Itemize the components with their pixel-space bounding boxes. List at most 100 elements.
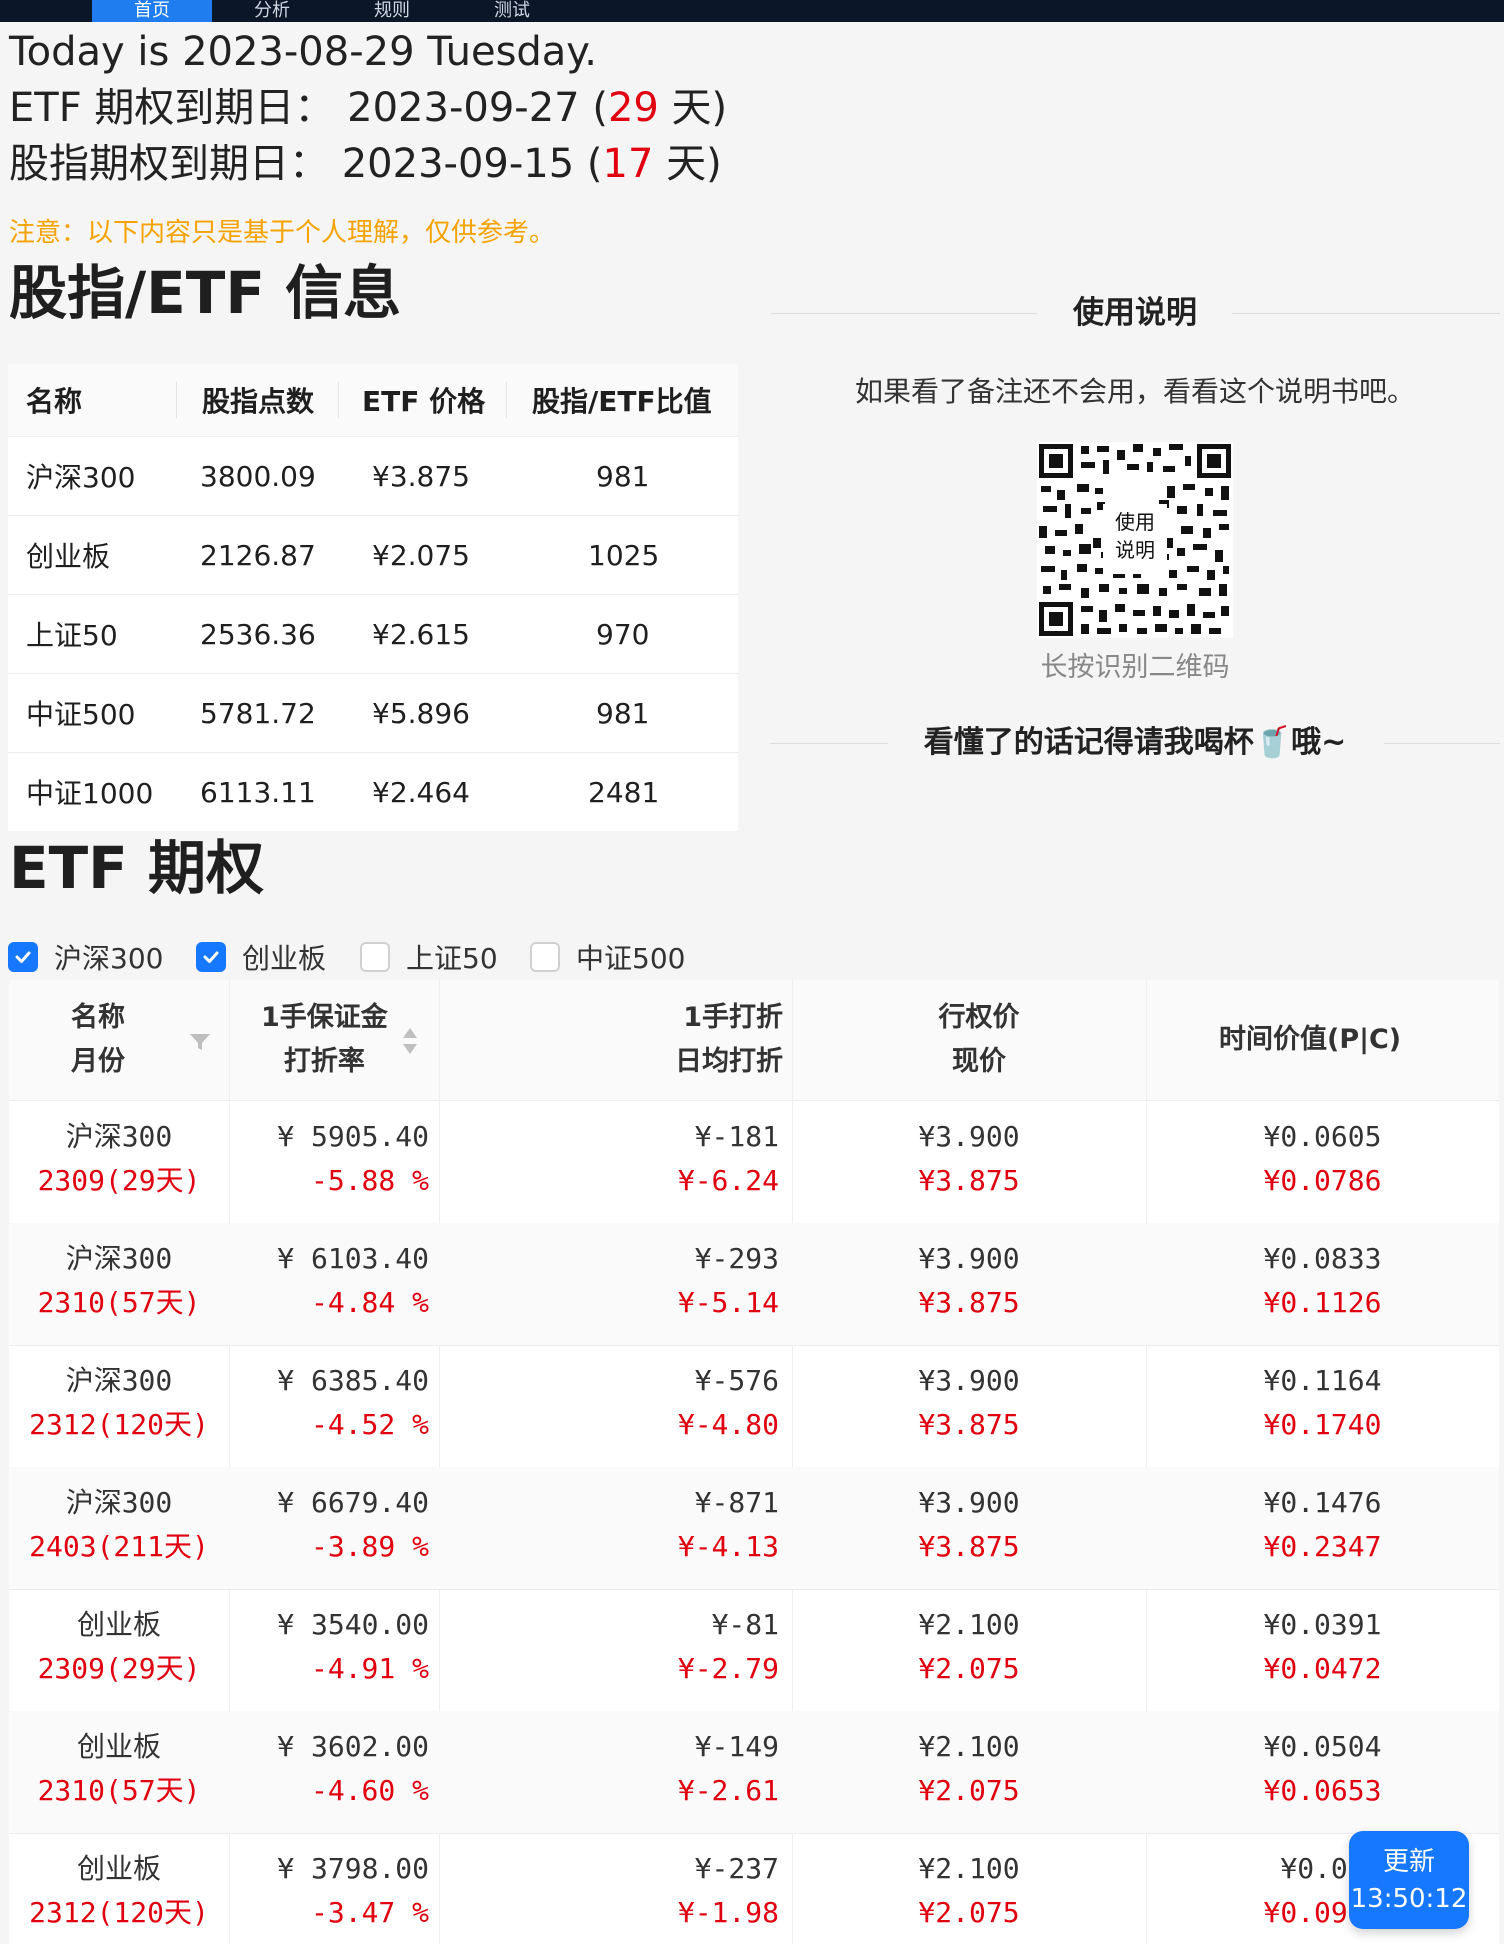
row-price: ¥2.075: [372, 538, 470, 572]
cell-current: ¥2.075: [918, 1896, 1020, 1929]
filter-sz50[interactable]: 上证50: [360, 937, 498, 977]
index-table: 名称 股指点数 ETF 价格 股指/ETF比值 沪深300 3800.09 ¥3…: [8, 364, 738, 831]
cell-margin: ¥ 3798.00: [277, 1852, 429, 1885]
filter-zz500[interactable]: 中证500: [530, 937, 685, 977]
cell-daily-discount: ¥-2.79: [677, 1652, 779, 1685]
header-strike: 行权价: [938, 1002, 1020, 1033]
checkbox-checked-icon[interactable]: [196, 942, 226, 972]
header-daily: 日均打折: [675, 1046, 783, 1077]
table-cell: ¥3.900 ¥3.875: [792, 1359, 1146, 1447]
cell-rate: -4.52 %: [310, 1408, 429, 1441]
cell-discount: ¥-237: [694, 1852, 779, 1885]
cell-discount: ¥-576: [694, 1364, 779, 1397]
header-time-value: 时间价值(P|C): [1219, 1024, 1402, 1055]
table-cell: ¥-237 ¥-1.98: [439, 1847, 779, 1935]
row-price: ¥3.875: [372, 459, 470, 493]
update-button[interactable]: 更新 13:50:12: [1349, 1831, 1469, 1929]
row-price: ¥2.464: [372, 775, 470, 809]
table-cell: ¥0.0833 ¥0.1126: [1146, 1237, 1499, 1325]
cell-time-value-p: ¥0.1476: [1263, 1486, 1382, 1519]
cell-month: 2312(120天): [29, 1896, 209, 1929]
header-rate: 打折率: [283, 1046, 365, 1077]
cell-discount: ¥-149: [694, 1730, 779, 1763]
header-name-month[interactable]: 名称 月份: [71, 996, 125, 1084]
header-name: 名称: [71, 1002, 125, 1033]
cell-rate: -4.91 %: [310, 1652, 429, 1685]
table-row: 创业板 2312(120天) ¥ 3798.00 -3.47 % ¥-237 ¥-1.98…: [9, 1833, 1499, 1944]
sort-icon[interactable]: [401, 1026, 419, 1060]
cell-daily-discount: ¥-4.13: [677, 1530, 779, 1563]
cell-time-value-c: ¥0.0472: [1263, 1652, 1382, 1685]
row-ratio: 970: [596, 617, 650, 651]
row-points: 2536.36: [200, 617, 316, 651]
notice-text: 注意：以下内容只是基于个人理解，仅供参考。: [9, 218, 556, 248]
table-row: 沪深300 3800.09 ¥3.875 981: [8, 436, 738, 515]
cell-name: 沪深300: [65, 1242, 173, 1275]
cell-discount: ¥-181: [694, 1120, 779, 1153]
cell-time-value-c: ¥0.1740: [1263, 1408, 1382, 1441]
cell-current: ¥3.875: [918, 1164, 1020, 1197]
table-row: 中证500 5781.72 ¥5.896 981: [8, 673, 738, 752]
table-cell: ¥0.1476 ¥0.2347: [1146, 1481, 1499, 1569]
cell-margin: ¥ 3540.00: [277, 1608, 429, 1641]
table-cell: ¥0.0605 ¥0.0786: [1146, 1115, 1499, 1203]
col-name: 名称: [26, 385, 83, 418]
etf-expiry-date: 2023-09-27 (: [347, 85, 608, 131]
table-row: 沪深300 2309(29天) ¥ 5905.40 -5.88 % ¥-181 ¥-6.2…: [9, 1101, 1499, 1224]
filter-hs300[interactable]: 沪深300: [8, 937, 163, 977]
nav-tab-rules[interactable]: 规则: [332, 0, 452, 22]
table-cell: ¥-293 ¥-5.14: [439, 1237, 779, 1325]
usage-bottom-text: 看懂了的话记得请我喝杯🥤哦~: [923, 725, 1347, 760]
cell-strike: ¥2.100: [918, 1608, 1020, 1641]
cell-rate: -3.47 %: [310, 1896, 429, 1929]
table-row: 沪深300 2403(211天) ¥ 6679.40 -3.89 % ¥-871 ¥-4.…: [9, 1467, 1499, 1590]
table-cell: ¥3.900 ¥3.875: [792, 1481, 1146, 1569]
header-margin-rate[interactable]: 1手保证金 打折率: [261, 996, 388, 1084]
table-cell: ¥ 3798.00 -3.47 %: [209, 1847, 429, 1935]
checkbox-unchecked-icon[interactable]: [360, 942, 390, 972]
cell-strike: ¥3.900: [918, 1486, 1020, 1519]
table-cell: ¥2.100 ¥2.075: [792, 1725, 1146, 1813]
usage-description: 如果看了备注还不会用，看看这个说明书吧。: [854, 375, 1415, 408]
filter-funnel-icon[interactable]: [189, 1032, 211, 1056]
table-cell: 沪深300 2312(120天): [9, 1359, 229, 1447]
cell-time-value-p: ¥0.0504: [1263, 1730, 1382, 1763]
etf-expiry-line: ETF 期权到期日： 2023-09-27 (29 天): [9, 82, 727, 134]
cell-daily-discount: ¥-5.14: [677, 1286, 779, 1319]
cell-month: 2310(57天): [37, 1774, 201, 1807]
row-ratio: 2481: [588, 775, 660, 809]
nav-tab-analysis[interactable]: 分析: [212, 0, 332, 22]
row-points: 3800.09: [200, 459, 316, 493]
cell-name: 沪深300: [65, 1364, 173, 1397]
cell-margin: ¥ 6385.40: [277, 1364, 429, 1397]
cell-month: 2312(120天): [29, 1408, 209, 1441]
option-table-header: 名称 月份 1手保证金 打折率 1手打折 日均打折 行权价 现价 时间价值(P|…: [9, 980, 1499, 1101]
row-price: ¥5.896: [372, 696, 470, 730]
row-ratio: 1025: [588, 538, 660, 572]
table-cell: ¥ 5905.40 -5.88 %: [209, 1115, 429, 1203]
cell-rate: -4.60 %: [310, 1774, 429, 1807]
table-cell: ¥0.0391 ¥0.0472: [1146, 1603, 1499, 1691]
table-row: 中证1000 6113.11 ¥2.464 2481: [8, 752, 738, 831]
qr-center-label: 使用 说明: [1103, 508, 1167, 564]
cell-margin: ¥ 6103.40: [277, 1242, 429, 1275]
checkbox-checked-icon[interactable]: [8, 942, 38, 972]
nav-tab-test[interactable]: 测试: [452, 0, 572, 22]
table-cell: ¥-149 ¥-2.61: [439, 1725, 779, 1813]
table-cell: ¥ 6385.40 -4.52 %: [209, 1359, 429, 1447]
usage-bottom-block: 看懂了的话记得请我喝杯🥤哦~: [770, 718, 1500, 768]
filter-cyb[interactable]: 创业板: [196, 937, 326, 977]
cell-month: 2403(211天): [29, 1530, 209, 1563]
table-cell: 沪深300 2403(211天): [9, 1481, 229, 1569]
nav-tab-home[interactable]: 首页: [92, 0, 212, 22]
cell-rate: -4.84 %: [310, 1286, 429, 1319]
cell-rate: -5.88 %: [310, 1164, 429, 1197]
index-expiry-label: 股指期权到期日：: [9, 141, 329, 187]
qr-code[interactable]: 使用 说明: [1037, 442, 1233, 638]
filter-label: 创业板: [242, 942, 327, 975]
checkbox-unchecked-icon[interactable]: [530, 942, 560, 972]
cell-name: 创业板: [76, 1730, 161, 1763]
row-points: 6113.11: [200, 775, 316, 809]
header-disc: 1手打折: [683, 1002, 783, 1033]
cell-discount: ¥-81: [711, 1608, 779, 1641]
